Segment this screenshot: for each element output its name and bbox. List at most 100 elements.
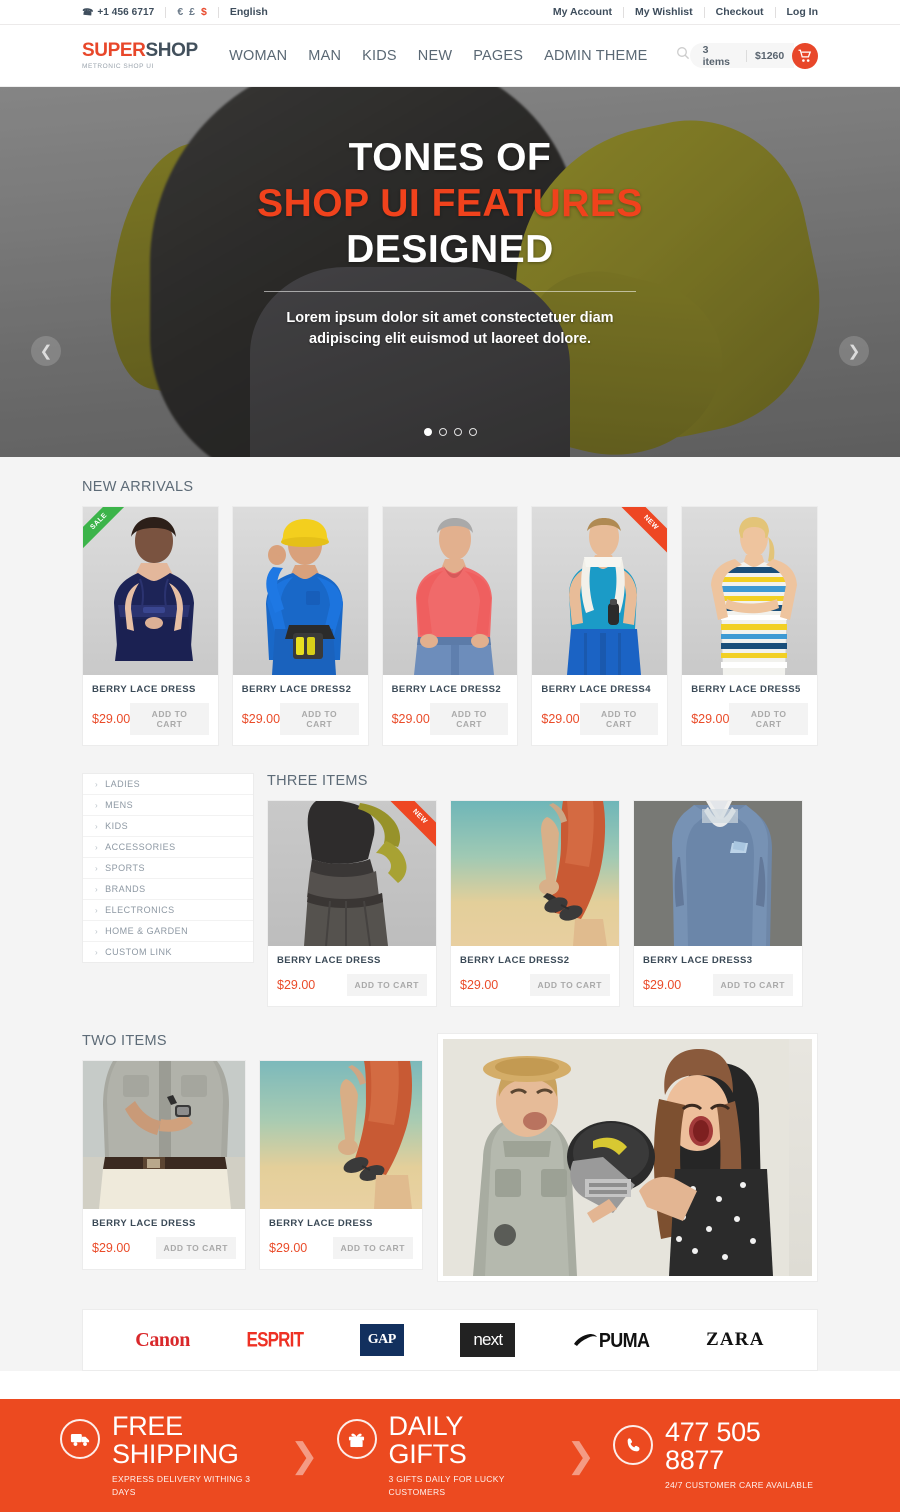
sidebar-item-ladies[interactable]: › LADIES bbox=[83, 774, 253, 795]
cart-widget[interactable]: 3 items $1260 bbox=[689, 42, 818, 69]
link-log-in[interactable]: Log In bbox=[787, 6, 819, 18]
currency-switcher[interactable]: € £ $ bbox=[177, 6, 207, 18]
currency-eur[interactable]: € bbox=[177, 6, 183, 18]
add-to-cart-button[interactable]: ADD TO CART bbox=[155, 1237, 236, 1259]
categories-and-three-items: › LADIES › MENS › KIDS › ACCESSORIES › S… bbox=[82, 773, 818, 1007]
product-image[interactable] bbox=[451, 801, 619, 946]
nav-item-woman[interactable]: WOMAN bbox=[229, 48, 287, 64]
product-price: $29.00 bbox=[691, 712, 730, 726]
divider bbox=[746, 49, 748, 62]
nav-item-kids[interactable]: KIDS bbox=[362, 48, 397, 64]
add-to-cart-button[interactable]: ADD TO CART bbox=[529, 974, 610, 996]
search-icon[interactable] bbox=[676, 46, 690, 65]
product-image[interactable] bbox=[682, 507, 817, 675]
product-image[interactable] bbox=[634, 801, 802, 946]
cart-total: $1260 bbox=[755, 49, 785, 62]
product-image[interactable] bbox=[260, 1061, 422, 1209]
nav-item-man[interactable]: MAN bbox=[308, 48, 341, 64]
add-to-cart-button[interactable]: ADD TO CART bbox=[280, 703, 359, 735]
logo-super: SUPER bbox=[82, 40, 146, 61]
chevron-right-icon: › bbox=[95, 863, 99, 873]
product-card[interactable]: SALE BERRY LACE DRESS $29.00 ADD TO CART bbox=[82, 506, 219, 746]
product-card[interactable]: BERRY LACE DRESS $29.00 ADD TO CART bbox=[82, 1060, 246, 1270]
sidebar-item-label: HOME & GARDEN bbox=[105, 926, 189, 936]
brand-logo-zara[interactable]: ZARA bbox=[706, 1320, 765, 1360]
two-items-grid: BERRY LACE DRESS $29.00 ADD TO CART BERR… bbox=[82, 1060, 424, 1270]
brand-logo-canon[interactable]: Canon bbox=[135, 1320, 190, 1360]
cart-summary: 3 items $1260 bbox=[689, 43, 795, 68]
hero-caption: TONES OF SHOP UI FEATURES DESIGNED Lorem… bbox=[0, 135, 900, 350]
divider bbox=[774, 6, 776, 18]
promo-banner[interactable] bbox=[437, 1033, 818, 1282]
shopping-cart-icon[interactable] bbox=[792, 42, 818, 69]
product-card[interactable]: BERRY LACE DRESS $29.00 ADD TO CART bbox=[259, 1060, 423, 1270]
add-to-cart-button[interactable]: ADD TO CART bbox=[729, 703, 808, 735]
brand-logo-puma[interactable]: PUMA bbox=[572, 1320, 650, 1360]
product-card[interactable]: BERRY LACE DRESS5 $29.00 ADD TO CART bbox=[681, 506, 818, 746]
brand-logo-gap[interactable]: GAP bbox=[359, 1320, 404, 1360]
two-items-section: TWO ITEMS BERRY LACE DRESS $29.00 ADD TO… bbox=[82, 1033, 424, 1270]
sidebar-item-sports[interactable]: › SPORTS bbox=[83, 858, 253, 879]
sidebar-item-kids[interactable]: › KIDS bbox=[83, 816, 253, 837]
product-card[interactable]: NEW bbox=[267, 800, 437, 1007]
product-info: BERRY LACE DRESS2 $29.00 ADD TO CART bbox=[383, 675, 518, 745]
nav-item-pages[interactable]: PAGES bbox=[473, 48, 523, 64]
divider bbox=[622, 6, 624, 18]
add-to-cart-button[interactable]: ADD TO CART bbox=[712, 974, 793, 996]
sidebar-item-electronics[interactable]: › ELECTRONICS bbox=[83, 900, 253, 921]
add-to-cart-button[interactable]: ADD TO CART bbox=[130, 703, 209, 735]
link-my-wishlist[interactable]: My Wishlist bbox=[635, 6, 693, 18]
product-card[interactable]: NEW bbox=[531, 506, 669, 746]
add-to-cart-button[interactable]: ADD TO CART bbox=[346, 974, 427, 996]
link-checkout[interactable]: Checkout bbox=[716, 6, 764, 18]
currency-gbp[interactable]: £ bbox=[189, 6, 195, 18]
feature-subtitle: EXPRESS DELIVERY WITHING 3 DAYS bbox=[112, 1474, 251, 1497]
link-my-account[interactable]: My Account bbox=[553, 6, 612, 18]
nav-item-new[interactable]: NEW bbox=[418, 48, 452, 64]
product-name: BERRY LACE DRESS2 bbox=[241, 684, 352, 695]
brand-logo-next[interactable]: next bbox=[460, 1320, 516, 1360]
product-image[interactable] bbox=[83, 507, 218, 675]
product-card[interactable]: BERRY LACE DRESS2 $29.00 ADD TO CART bbox=[381, 506, 519, 746]
product-image[interactable] bbox=[83, 1061, 245, 1209]
three-items-grid: NEW BERRY LACE DRESS $29.00 ADD TO CART … bbox=[267, 800, 818, 1007]
chevron-left-icon[interactable]: ❮ bbox=[31, 336, 61, 366]
chevron-right-icon[interactable]: ❯ bbox=[839, 336, 869, 366]
carousel-dot-1[interactable] bbox=[423, 428, 432, 436]
product-card[interactable]: BERRY LACE DRESS2 $29.00 ADD TO CART bbox=[450, 800, 620, 1007]
phone-icon: ☎ bbox=[81, 5, 94, 18]
main-content: NEW ARRIVALS SALE BERRY LACE DRESS $29.0… bbox=[0, 457, 900, 1371]
carousel-dot-2[interactable] bbox=[438, 428, 447, 436]
product-image[interactable] bbox=[382, 507, 518, 675]
two-items-title: TWO ITEMS bbox=[82, 1033, 167, 1049]
nav-item-admin-theme[interactable]: ADMIN THEME bbox=[544, 48, 647, 64]
add-to-cart-button[interactable]: ADD TO CART bbox=[429, 703, 509, 735]
product-name: BERRY LACE DRESS bbox=[269, 1218, 373, 1229]
site-logo[interactable]: SUPERSHOP METRONIC SHOP UI bbox=[82, 41, 201, 70]
product-image[interactable] bbox=[268, 801, 436, 946]
product-name: BERRY LACE DRESS4 bbox=[541, 684, 651, 695]
currency-usd[interactable]: $ bbox=[201, 6, 207, 18]
add-to-cart-button[interactable]: ADD TO CART bbox=[579, 703, 659, 735]
add-to-cart-button[interactable]: ADD TO CART bbox=[332, 1237, 413, 1259]
brand-logo-esprit[interactable]: ESPRIT bbox=[247, 1320, 304, 1360]
divider bbox=[217, 6, 219, 18]
logo-text: SUPERSHOP bbox=[82, 41, 201, 60]
hero-title-line3: DESIGNED bbox=[346, 228, 554, 272]
site-header: SUPERSHOP METRONIC SHOP UI WOMAN MAN KID… bbox=[0, 25, 900, 87]
carousel-dot-4[interactable] bbox=[468, 428, 477, 436]
carousel-dot-3[interactable] bbox=[453, 428, 462, 436]
product-card[interactable]: BERRY LACE DRESS3 $29.00 ADD TO CART bbox=[633, 800, 803, 1007]
sidebar-item-mens[interactable]: › MENS bbox=[83, 795, 253, 816]
feature-text: DAILY GIFTS 3 GIFTS DAILY FOR LUCKY CUST… bbox=[389, 1413, 549, 1498]
language-selector[interactable]: English bbox=[230, 6, 268, 18]
sidebar-item-accessories[interactable]: › ACCESSORIES bbox=[83, 837, 253, 858]
product-card[interactable]: BERRY LACE DRESS2 $29.00 ADD TO CART bbox=[231, 506, 369, 746]
sidebar-item-brands[interactable]: › BRANDS bbox=[83, 879, 253, 900]
sidebar-item-label: CUSTOM LINK bbox=[105, 947, 173, 957]
sidebar-item-home-garden[interactable]: › HOME & GARDEN bbox=[83, 921, 253, 942]
sidebar-item-custom-link[interactable]: › CUSTOM LINK bbox=[83, 942, 253, 962]
product-image[interactable] bbox=[232, 507, 368, 675]
carousel-pagination bbox=[0, 428, 900, 436]
product-name: BERRY LACE DRESS2 bbox=[391, 684, 502, 695]
